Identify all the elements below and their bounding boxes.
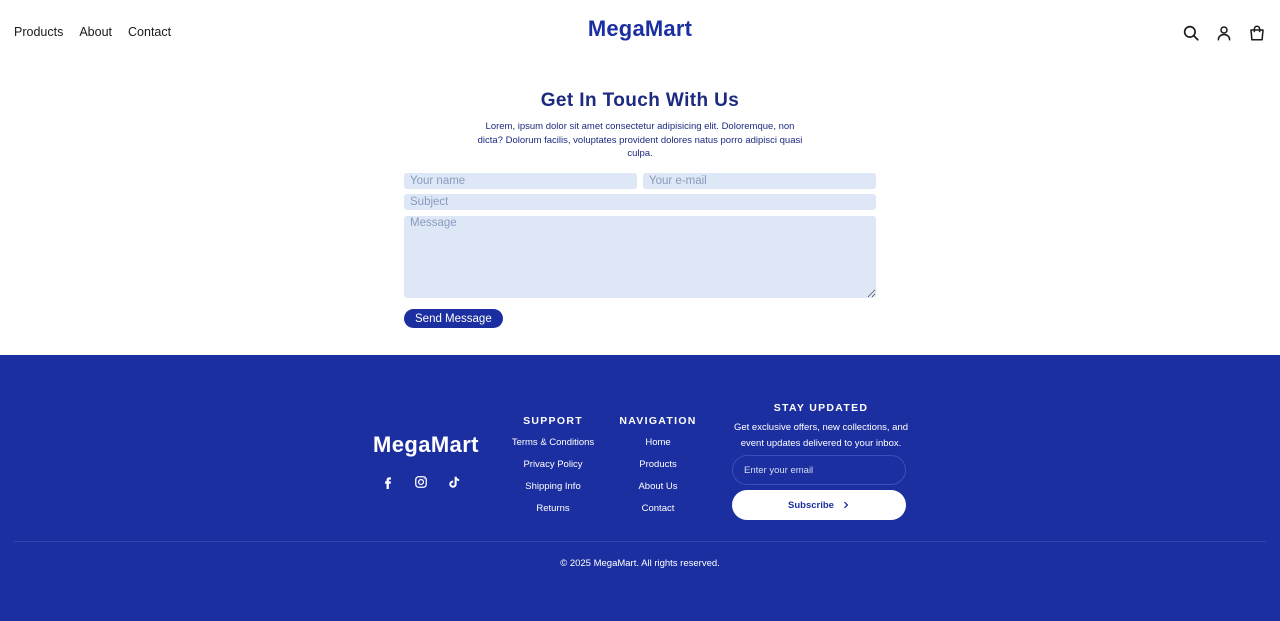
support-heading: SUPPORT — [523, 415, 583, 427]
terms-link[interactable]: Terms & Conditions — [512, 437, 594, 448]
list-item: Terms & Conditions — [503, 437, 603, 459]
header-actions — [1182, 24, 1266, 42]
user-icon[interactable] — [1215, 24, 1233, 42]
shopping-bag-icon[interactable] — [1248, 24, 1266, 42]
navigation-heading: NAVIGATION — [619, 415, 697, 427]
search-icon[interactable] — [1182, 24, 1200, 42]
message-textarea[interactable] — [404, 216, 876, 298]
contact-form: Send Message — [404, 173, 876, 328]
list-item: Returns — [503, 503, 603, 525]
contact-section: Get In Touch With Us Lorem, ipsum dolor … — [0, 90, 1280, 328]
name-input[interactable] — [404, 173, 637, 189]
facebook-icon[interactable] — [381, 475, 395, 489]
newsletter-block: STAY UPDATED Get exclusive offers, new c… — [732, 402, 910, 520]
list-item: Privacy Policy — [503, 459, 603, 481]
footer-brand-logo[interactable]: MegaMart — [373, 432, 479, 458]
footer-home-link[interactable]: Home — [645, 437, 670, 448]
subscribe-button[interactable]: Subscribe — [732, 490, 906, 520]
footer-navigation-column: NAVIGATION Home Products About Us Contac… — [618, 415, 698, 525]
privacy-policy-link[interactable]: Privacy Policy — [523, 459, 582, 470]
name-email-row — [404, 173, 876, 189]
shipping-info-link[interactable]: Shipping Info — [525, 481, 580, 492]
newsletter-email-input[interactable] — [732, 455, 906, 485]
list-item: Shipping Info — [503, 481, 603, 503]
navigation-links: Home Products About Us Contact — [618, 437, 698, 525]
support-links: Terms & Conditions Privacy Policy Shippi… — [503, 437, 603, 525]
footer-support-column: SUPPORT Terms & Conditions Privacy Polic… — [503, 415, 603, 525]
list-item: Home — [618, 437, 698, 459]
brand-logo-container: MegaMart — [0, 16, 1280, 42]
list-item: Contact — [618, 503, 698, 525]
tiktok-icon[interactable] — [447, 475, 461, 489]
footer-divider — [14, 541, 1266, 542]
instagram-icon[interactable] — [414, 475, 428, 489]
copyright-text: © 2025 MegaMart. All rights reserved. — [560, 558, 720, 569]
subject-input[interactable] — [404, 194, 876, 210]
site-footer: MegaMart SUPPORT Terms & Conditions Priv… — [0, 355, 1280, 621]
list-item: About Us — [618, 481, 698, 503]
site-header: Products About Contact MegaMart — [0, 0, 1280, 64]
send-message-button[interactable]: Send Message — [404, 309, 503, 328]
brand-logo[interactable]: MegaMart — [588, 16, 692, 41]
contact-title: Get In Touch With Us — [540, 90, 740, 111]
chevron-right-icon — [844, 501, 849, 509]
contact-description: Lorem, ipsum dolor sit amet consectetur … — [477, 121, 803, 159]
subscribe-label: Subscribe — [788, 499, 834, 511]
footer-contact-link[interactable]: Contact — [642, 503, 675, 514]
newsletter-heading: STAY UPDATED — [773, 402, 869, 414]
social-links — [381, 475, 461, 489]
email-input[interactable] — [643, 173, 876, 189]
returns-link[interactable]: Returns — [536, 503, 569, 514]
footer-products-link[interactable]: Products — [639, 459, 677, 470]
list-item: Products — [618, 459, 698, 481]
footer-about-link[interactable]: About Us — [638, 481, 677, 492]
newsletter-text: Get exclusive offers, new collections, a… — [733, 422, 909, 449]
